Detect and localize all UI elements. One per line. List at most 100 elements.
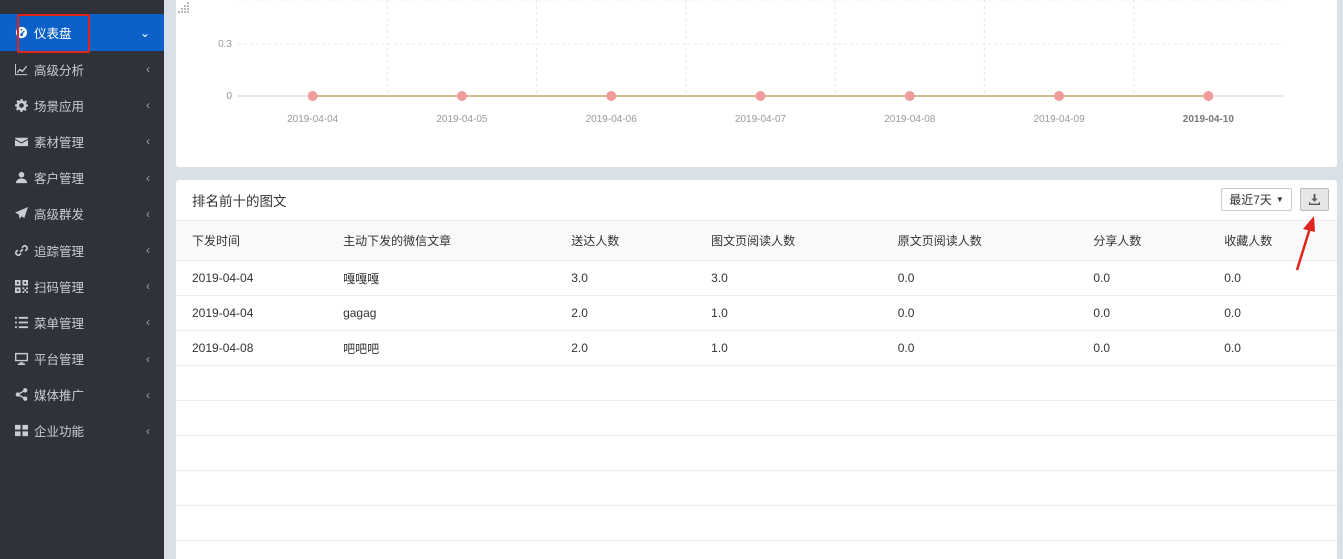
x-tick-label: 2019-04-07: [735, 114, 787, 125]
x-tick-label: 2019-04-04: [287, 114, 339, 125]
caret-down-icon: ▼: [1275, 195, 1284, 204]
link-icon: [14, 243, 28, 257]
data-point: [606, 91, 617, 101]
table-cell: 0.0: [1208, 330, 1337, 366]
y-tick-label: 0: [226, 91, 232, 102]
sidebar-item-paper-plane[interactable]: 高级群发 ‹: [0, 196, 164, 232]
sidebar-item-label: 平台管理: [34, 353, 85, 368]
sidebar-item-gear[interactable]: 场景应用 ‹: [0, 87, 164, 123]
table-cell: 3.0: [695, 260, 882, 296]
panel-header: 排名前十的图文 最近7天 ▼: [176, 180, 1337, 220]
x-tick-label: 2019-04-09: [1033, 114, 1085, 125]
column-header: 图文页阅读人数: [695, 220, 882, 261]
sidebar-item-grid[interactable]: 企业功能 ‹: [0, 413, 164, 449]
table-cell: 0.0: [881, 330, 1078, 366]
chevron-left-icon: ‹: [146, 387, 150, 402]
chevron-left-icon: ‹: [146, 243, 150, 258]
table-row: 2019-04-04 gagag 2.0 1.0 0.0 0.0 0.0: [176, 295, 1337, 331]
sidebar-item-label: 场景应用: [34, 99, 85, 114]
chevron-left-icon: ‹: [146, 134, 150, 149]
chevron-left-icon: ‹: [146, 351, 150, 366]
dashboard-icon: [14, 26, 28, 40]
data-point: [1054, 91, 1065, 101]
x-tick-label: 2019-04-08: [884, 114, 936, 125]
qrcode-icon: [14, 279, 28, 293]
sidebar-top-strip: [0, 0, 164, 14]
chevron-left-icon: ‹: [146, 315, 150, 330]
table-body: 2019-04-04 嘎嘎嘎 3.0 3.0 0.0 0.0 0.0 2019-04-04 ga…: [176, 260, 1337, 559]
column-header: 主动下发的微信文章: [327, 220, 556, 261]
chevron-left-icon: ‹: [146, 98, 150, 113]
sidebar-item-qrcode[interactable]: 扫码管理 ‹: [0, 268, 164, 304]
sidebar-item-label: 高级群发: [34, 208, 85, 223]
sidebar-item-label: 高级分析: [34, 63, 85, 78]
share-icon: [14, 388, 28, 402]
empty-table-row: [176, 435, 1337, 471]
sidebar-item-label: 媒体推广: [34, 389, 85, 404]
chevron-down-icon: ⌄: [139, 25, 150, 40]
table-cell: 0.0: [1208, 260, 1337, 296]
sidebar-item-dashboard[interactable]: 仪表盘 ⌄: [0, 14, 164, 51]
download-button[interactable]: [1300, 188, 1329, 211]
table-cell: 0.0: [1077, 330, 1209, 366]
chevron-left-icon: ‹: [146, 62, 150, 77]
sidebar-item-link[interactable]: 追踪管理 ‹: [0, 232, 164, 268]
data-point: [904, 91, 915, 101]
sidebar-item-label: 扫码管理: [34, 280, 85, 295]
empty-table-row: [176, 365, 1337, 401]
data-point: [1203, 91, 1214, 101]
gear-icon: [14, 98, 28, 112]
table-cell: 0.0: [1208, 295, 1337, 331]
sidebar-item-list[interactable]: 菜单管理 ‹: [0, 304, 164, 340]
date-range-label: 最近7天: [1229, 193, 1272, 207]
sidebar-item-label: 客户管理: [34, 172, 85, 187]
line-chart: 0.3 0 2019-04-04 2019-04-05 2019-04-06 2019-0…: [218, 0, 1283, 125]
user-icon: [14, 171, 28, 185]
table-cell: 2.0: [555, 295, 696, 331]
date-range-dropdown[interactable]: 最近7天 ▼: [1221, 188, 1292, 211]
sidebar-item-line-chart[interactable]: 高级分析 ‹: [0, 51, 164, 87]
empty-table-row: [176, 540, 1337, 559]
table-cell: 嘎嘎嘎: [327, 260, 556, 296]
sidebar-nav: 仪表盘 ⌄ 高级分析 ‹ 场景应用 ‹ 素材管理 ‹ 客户管理 ‹ 高级群发 ‹ 追踪管理 ‹ 扫码管理 ‹ 菜…: [0, 14, 164, 449]
sidebar: 仪表盘 ⌄ 高级分析 ‹ 场景应用 ‹ 素材管理 ‹ 客户管理 ‹ 高级群发 ‹ 追踪管理 ‹ 扫码管理 ‹ 菜…: [0, 0, 164, 559]
x-tick-label: 2019-04-06: [586, 114, 638, 125]
envelope-icon: [14, 134, 28, 148]
table-cell: 3.0: [555, 260, 696, 296]
chevron-left-icon: ‹: [146, 279, 150, 294]
table-cell: 2019-04-04: [176, 260, 328, 296]
sidebar-item-label: 素材管理: [34, 135, 85, 150]
x-tick-label: 2019-04-05: [436, 114, 488, 125]
sidebar-item-label: 仪表盘: [34, 27, 72, 41]
table-cell: 0.0: [1077, 295, 1209, 331]
paper-plane-icon: [14, 207, 28, 221]
column-header: 收藏人数: [1208, 220, 1337, 261]
sidebar-item-desktop[interactable]: 平台管理 ‹: [0, 341, 164, 377]
line-chart-icon: [14, 62, 28, 76]
chevron-left-icon: ‹: [146, 206, 150, 221]
table-cell: 吧吧吧: [327, 330, 556, 366]
list-icon: [14, 315, 28, 329]
sidebar-item-label: 追踪管理: [34, 244, 85, 259]
x-tick-label: 2019-04-10: [1183, 114, 1235, 125]
empty-table-row: [176, 470, 1337, 506]
column-header: 原文页阅读人数: [881, 220, 1078, 261]
empty-table-row: [176, 400, 1337, 436]
table-cell: 1.0: [695, 295, 882, 331]
sidebar-item-user[interactable]: 客户管理 ‹: [0, 160, 164, 196]
resize-grip-icon[interactable]: [176, 0, 190, 14]
chevron-left-icon: ‹: [146, 423, 150, 438]
chart-panel: 0.3 0 2019-04-04 2019-04-05 2019-04-06 2019-0…: [176, 0, 1337, 167]
top-articles-panel: 排名前十的图文 最近7天 ▼ 下发时间 主动下发的微信文章 送达人数 图文页阅读人数原…: [176, 180, 1337, 559]
table-cell: 1.0: [695, 330, 882, 366]
sidebar-item-share[interactable]: 媒体推广 ‹: [0, 377, 164, 413]
table-cell: 0.0: [881, 260, 1078, 296]
table-cell: 0.0: [1077, 260, 1209, 296]
table-cell: 2019-04-08: [176, 330, 328, 366]
column-header: 送达人数: [555, 220, 696, 261]
empty-table-row: [176, 505, 1337, 541]
sidebar-item-envelope[interactable]: 素材管理 ‹: [0, 123, 164, 159]
download-icon: [1309, 194, 1320, 205]
table-header-row: 下发时间 主动下发的微信文章 送达人数 图文页阅读人数 原文页阅读人数 分享人数 收藏人数: [176, 220, 1337, 261]
table-row: 2019-04-08 吧吧吧 2.0 1.0 0.0 0.0 0.0: [176, 330, 1337, 366]
